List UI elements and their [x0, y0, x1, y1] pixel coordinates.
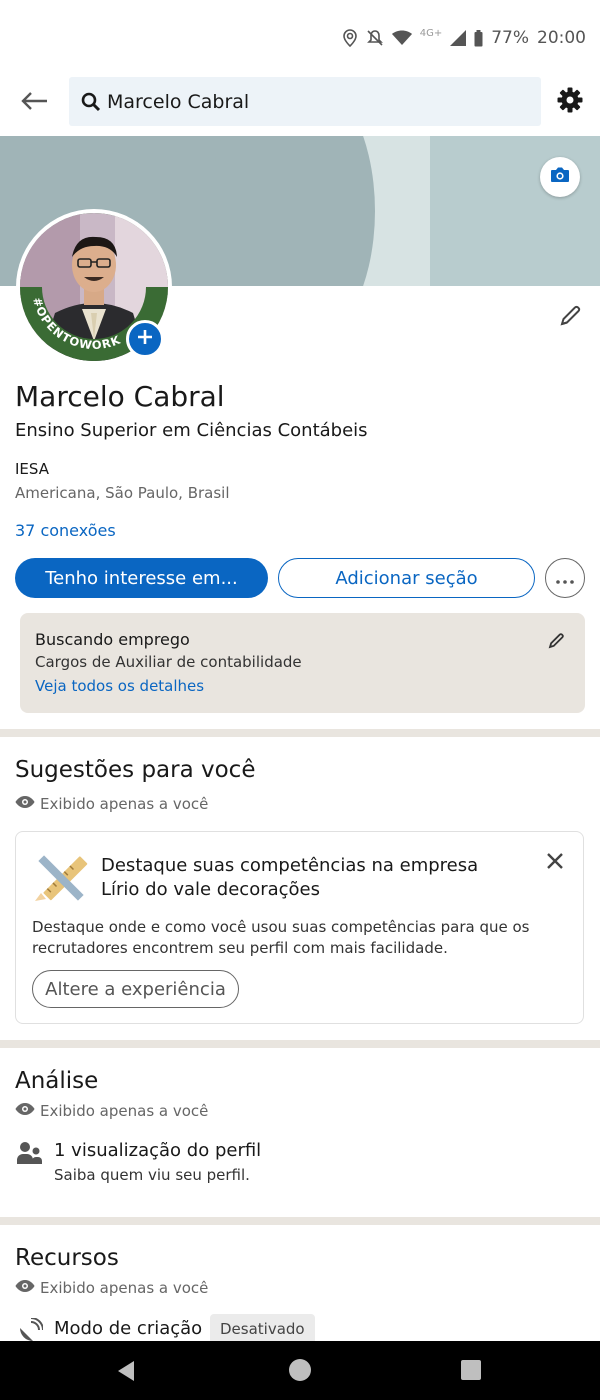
profile-company: IESA — [15, 460, 49, 478]
battery-icon — [474, 29, 483, 47]
otw-edit-button[interactable] — [544, 631, 568, 655]
triangle-back-icon — [118, 1361, 134, 1381]
cover-shape — [210, 136, 375, 286]
creator-mode-status: Desativado — [210, 1314, 315, 1344]
more-button[interactable] — [545, 558, 585, 598]
edit-experience-button[interactable]: Altere a experiência — [32, 970, 239, 1008]
wifi-icon — [391, 30, 412, 46]
search-value: Marcelo Cabral — [107, 90, 250, 113]
settings-button[interactable] — [552, 84, 588, 120]
clock: 20:00 — [537, 28, 586, 48]
skills-icon — [33, 849, 91, 907]
resources-title: Recursos — [15, 1245, 119, 1271]
add-section-button[interactable]: Adicionar seção — [278, 558, 535, 598]
open-to-work-card: Buscando emprego Cargos de Auxiliar de c… — [20, 613, 585, 713]
eye-icon — [15, 795, 35, 813]
suggestion-card: Destaque suas competências na empresa Lí… — [15, 831, 584, 1024]
profile-views-sub: Saiba quem viu seu perfil. — [54, 1166, 250, 1184]
nav-back-button[interactable] — [116, 1359, 140, 1383]
edit-cover-button[interactable] — [540, 157, 580, 197]
otw-title: Buscando emprego — [35, 630, 190, 649]
profile-location: Americana, São Paulo, Brasil — [15, 484, 230, 502]
pencil-icon — [558, 304, 582, 332]
suggestion-heading-line: Destaque suas competências na empresa — [101, 855, 479, 876]
search-input[interactable]: Marcelo Cabral — [69, 77, 541, 126]
top-bar: Marcelo Cabral — [0, 72, 600, 134]
section-divider — [0, 1040, 600, 1048]
plus-icon — [137, 329, 153, 349]
suggestion-body: Destaque onde e como você usou suas comp… — [32, 918, 530, 957]
analytics-private-note: Exibido apenas a você — [15, 1102, 208, 1120]
status-bar: 4G+ 77% 20:00 — [0, 0, 600, 80]
more-dots-icon — [556, 569, 574, 588]
add-photo-button[interactable] — [126, 320, 164, 358]
profile-views-link[interactable]: 1 visualização do perfil — [54, 1140, 261, 1161]
back-button[interactable] — [16, 86, 52, 120]
gear-icon — [557, 87, 583, 117]
camera-icon — [550, 167, 570, 187]
search-icon — [81, 92, 101, 112]
private-label: Exibido apenas a você — [40, 1279, 209, 1297]
pencil-icon — [547, 632, 565, 654]
analytics-title: Análise — [15, 1068, 99, 1094]
resources-private-note: Exibido apenas a você — [15, 1279, 208, 1297]
location-icon — [342, 29, 358, 47]
connections-link[interactable]: 37 conexões — [15, 521, 116, 540]
eye-icon — [15, 1279, 35, 1297]
nav-recents-button[interactable] — [461, 1360, 481, 1380]
section-divider — [0, 729, 600, 737]
suggestions-private-note: Exibido apenas a você — [15, 795, 208, 813]
status-icons: 4G+ 77% 20:00 — [342, 28, 586, 48]
edit-intro-button[interactable] — [552, 300, 588, 336]
private-label: Exibido apenas a você — [40, 795, 209, 813]
suggestions-title: Sugestões para você — [15, 757, 256, 783]
signal-icon — [450, 30, 467, 46]
suggestion-heading: Destaque suas competências na empresa Lí… — [101, 854, 478, 902]
suggestion-company: Lírio do vale decorações — [101, 879, 321, 900]
close-icon — [547, 853, 563, 873]
open-to-button[interactable]: Tenho interesse em... — [15, 558, 268, 598]
system-nav-bar — [0, 1341, 600, 1400]
notifications-off-icon — [366, 29, 384, 47]
cover-shape — [413, 136, 600, 286]
section-divider — [0, 1217, 600, 1225]
profile-name: Marcelo Cabral — [15, 380, 225, 413]
otw-roles: Cargos de Auxiliar de contabilidade — [35, 653, 302, 671]
private-label: Exibido apenas a você — [40, 1102, 209, 1120]
arrow-left-icon — [20, 91, 48, 115]
battery-level: 77% — [491, 28, 529, 48]
creator-mode-link[interactable]: Modo de criação — [54, 1318, 202, 1339]
dismiss-suggestion-button[interactable] — [542, 850, 568, 876]
otw-details-link[interactable]: Veja todos os detalhes — [35, 677, 204, 695]
eye-icon — [15, 1102, 35, 1120]
profile-headline: Ensino Superior em Ciências Contábeis — [15, 420, 368, 441]
network-type: 4G+ — [419, 27, 443, 39]
nav-home-button[interactable] — [289, 1359, 311, 1381]
people-icon — [17, 1140, 43, 1166]
